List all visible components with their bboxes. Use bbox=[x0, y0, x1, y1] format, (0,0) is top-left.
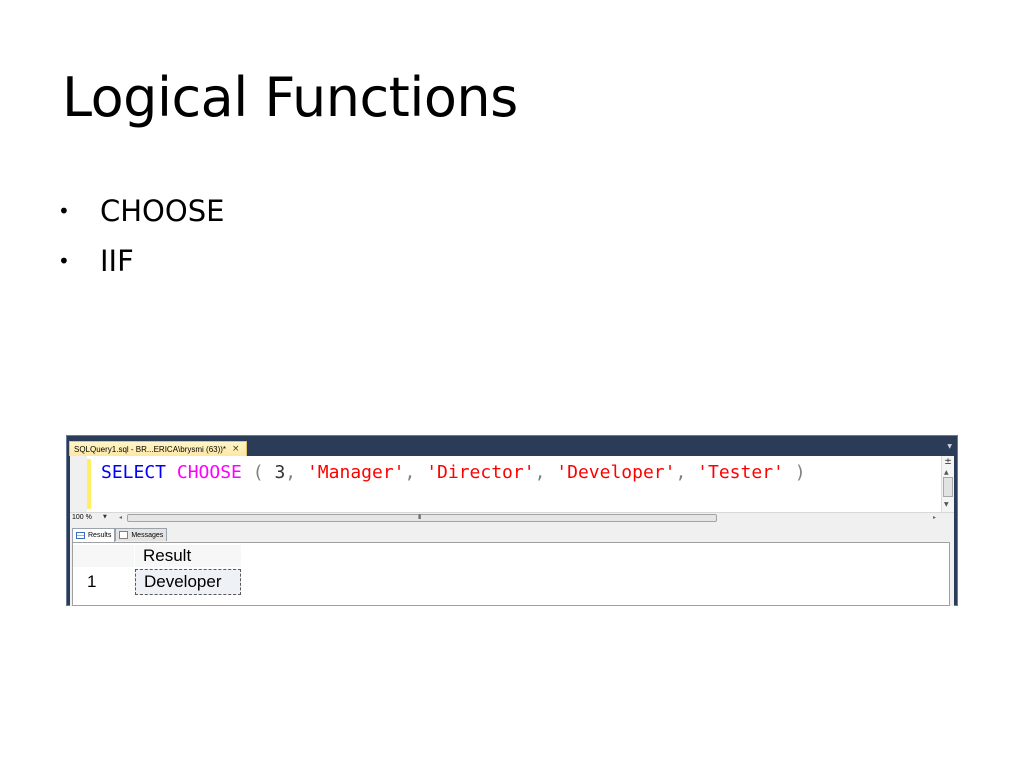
editor-gutter bbox=[70, 456, 87, 512]
bullet-list: • CHOOSE • IIF bbox=[58, 186, 224, 286]
open-paren: ( bbox=[252, 462, 264, 483]
grid-header-row: Result bbox=[73, 545, 949, 567]
tab-results-label: Results bbox=[88, 532, 112, 539]
scroll-grip: III bbox=[418, 514, 421, 521]
table-row[interactable]: 1 Developer bbox=[73, 569, 949, 595]
string-literal: 'Director' bbox=[426, 462, 535, 483]
bullet-text: IIF bbox=[100, 244, 134, 278]
scroll-thumb[interactable] bbox=[943, 477, 953, 497]
scroll-right-icon[interactable]: ▸ bbox=[933, 514, 936, 521]
index-literal: 3 bbox=[274, 462, 286, 483]
editor-bottom-bar: 100 % ▼ ◂ III ▸ bbox=[70, 512, 954, 524]
tab-results[interactable]: Results bbox=[72, 528, 116, 542]
scroll-down-icon[interactable]: ▼ bbox=[944, 501, 949, 508]
close-paren: ) bbox=[794, 462, 806, 483]
scroll-up-icon[interactable]: ▲ bbox=[944, 469, 949, 476]
bullet-text: CHOOSE bbox=[100, 194, 225, 228]
keyword-select: SELECT bbox=[101, 462, 167, 483]
close-icon[interactable]: × bbox=[232, 444, 240, 454]
results-pane: Results Messages Result 1 Developer bbox=[70, 524, 954, 606]
grid-icon bbox=[76, 532, 85, 539]
column-header-result[interactable]: Result bbox=[135, 545, 241, 567]
grid-corner[interactable] bbox=[73, 545, 134, 567]
string-literal: 'Manager' bbox=[306, 462, 405, 483]
bullet-item-iif: • IIF bbox=[58, 236, 224, 286]
split-handle-icon[interactable]: ± bbox=[943, 457, 953, 467]
comma: , bbox=[285, 462, 297, 483]
bullet-icon: • bbox=[58, 199, 70, 223]
bullet-item-choose: • CHOOSE bbox=[58, 186, 224, 236]
scroll-left-icon[interactable]: ◂ bbox=[119, 514, 122, 521]
results-grid[interactable]: Result 1 Developer bbox=[72, 542, 950, 606]
editor-vertical-scrollbar[interactable]: ± ▲ ▼ bbox=[941, 456, 954, 512]
slide-title: Logical Functions bbox=[62, 66, 518, 129]
comma: , bbox=[404, 462, 416, 483]
ssms-screenshot: SQLQuery1.sql - BR...ERICA\brysmi (63))*… bbox=[66, 435, 958, 606]
horizontal-scroll-thumb[interactable]: III bbox=[127, 514, 717, 522]
string-literal: 'Tester' bbox=[697, 462, 784, 483]
query-tab-label: SQLQuery1.sql - BR...ERICA\brysmi (63))* bbox=[74, 444, 227, 454]
comma: , bbox=[534, 462, 546, 483]
bullet-icon: • bbox=[58, 249, 70, 273]
result-tabs: Results Messages bbox=[72, 528, 168, 542]
tab-messages-label: Messages bbox=[131, 531, 164, 539]
code-line[interactable]: SELECT CHOOSE ( 3, 'Manager', 'Director'… bbox=[101, 461, 806, 485]
zoom-selector[interactable]: 100 % bbox=[72, 514, 92, 521]
messages-icon bbox=[119, 531, 129, 539]
result-cell[interactable]: Developer bbox=[135, 569, 241, 595]
query-document-tab[interactable]: SQLQuery1.sql - BR...ERICA\brysmi (63))*… bbox=[69, 441, 247, 456]
row-number[interactable]: 1 bbox=[87, 569, 96, 595]
string-literal: 'Developer' bbox=[556, 462, 676, 483]
keyword-choose: CHOOSE bbox=[176, 462, 242, 483]
tab-messages[interactable]: Messages bbox=[115, 528, 168, 541]
chevron-down-icon[interactable]: ▼ bbox=[947, 443, 952, 450]
query-editor[interactable]: SELECT CHOOSE ( 3, 'Manager', 'Director'… bbox=[70, 456, 954, 512]
chevron-down-icon[interactable]: ▼ bbox=[103, 514, 107, 520]
document-tabstrip: SQLQuery1.sql - BR...ERICA\brysmi (63))*… bbox=[67, 436, 957, 456]
change-indicator-bar bbox=[87, 459, 91, 509]
comma: , bbox=[675, 462, 687, 483]
